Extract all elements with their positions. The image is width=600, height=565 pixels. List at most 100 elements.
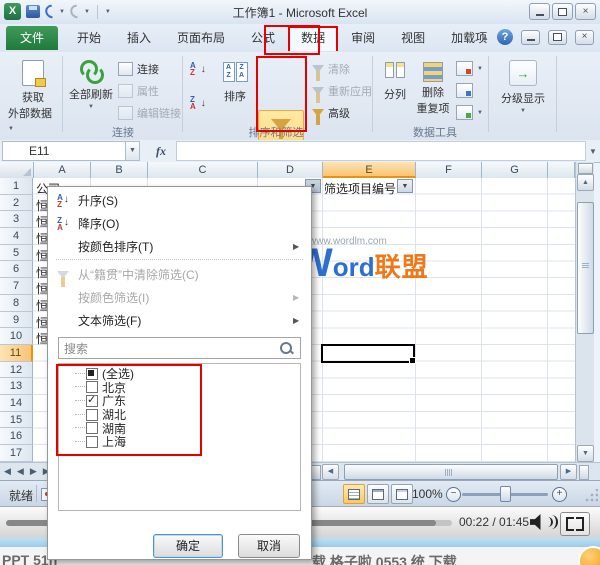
checkbox-广东[interactable] bbox=[86, 395, 98, 407]
help-icon[interactable]: ? bbox=[497, 29, 513, 45]
row-header-8[interactable]: 8 bbox=[0, 295, 33, 312]
row-header-10[interactable]: 10 bbox=[0, 328, 33, 345]
zoom-slider-thumb[interactable] bbox=[500, 486, 511, 502]
column-header-A[interactable]: A bbox=[34, 162, 91, 178]
name-box[interactable]: E11 bbox=[2, 141, 126, 161]
column-header-D[interactable]: D bbox=[258, 162, 323, 178]
checkbox-(全选)[interactable] bbox=[86, 368, 98, 380]
column-header-B[interactable]: B bbox=[91, 162, 148, 178]
prev-sheet-icon[interactable]: ◀ bbox=[17, 466, 24, 477]
zoom-in-button[interactable]: + bbox=[552, 487, 567, 502]
row-header-16[interactable]: 16 bbox=[0, 428, 33, 445]
row-header-7[interactable]: 7 bbox=[0, 278, 33, 295]
sort-ascending-button[interactable]: AZ ↓ bbox=[190, 62, 206, 76]
e1-filter-dropdown-button[interactable]: ▼ bbox=[397, 179, 413, 193]
filter-option-湖南[interactable]: 湖南 bbox=[59, 421, 300, 435]
reapply-filter-button[interactable]: 重新应用 bbox=[312, 83, 372, 99]
menu-filter-by-color[interactable]: 按颜色筛选(I) ▶ bbox=[48, 286, 311, 309]
fill-handle[interactable] bbox=[409, 357, 416, 364]
checkbox-上海[interactable] bbox=[86, 436, 98, 448]
tab-file[interactable]: 文件 bbox=[6, 26, 58, 50]
scroll-left-button[interactable]: ◀ bbox=[322, 464, 339, 480]
formula-bar-expand-icon[interactable]: ▼ bbox=[586, 147, 600, 156]
restore-button[interactable] bbox=[552, 3, 573, 20]
edit-links-button[interactable]: 编辑链接 bbox=[118, 105, 181, 121]
outline-button[interactable]: → 分级显示 ▼ bbox=[496, 60, 550, 114]
row-header-17[interactable]: 17 bbox=[0, 445, 33, 462]
row-header-11[interactable]: 11 bbox=[0, 345, 33, 362]
filter-search-box[interactable]: 搜索 bbox=[58, 337, 301, 359]
checkbox-湖北[interactable] bbox=[86, 409, 98, 421]
filter-value-list[interactable]: (全选)北京广东湖北湖南上海 bbox=[58, 363, 301, 511]
data-validation-button[interactable]: ▼ bbox=[456, 61, 483, 76]
insert-function-icon[interactable]: fx bbox=[156, 144, 166, 159]
tab-公式[interactable]: 公式 bbox=[238, 26, 288, 51]
tab-插入[interactable]: 插入 bbox=[114, 26, 164, 51]
v-scroll-thumb[interactable] bbox=[577, 202, 594, 334]
row-header-2[interactable]: 2 bbox=[0, 195, 33, 212]
properties-button[interactable]: 属性 bbox=[118, 83, 159, 99]
workbook-minimize-button[interactable] bbox=[521, 30, 540, 45]
fullscreen-button[interactable] bbox=[560, 512, 590, 536]
filter-option-(全选)[interactable]: (全选) bbox=[59, 367, 300, 381]
workbook-restore-button[interactable] bbox=[548, 30, 567, 45]
row-header-5[interactable]: 5 bbox=[0, 245, 33, 262]
row-header-13[interactable]: 13 bbox=[0, 378, 33, 395]
row-header-6[interactable]: 6 bbox=[0, 261, 33, 278]
tab-开始[interactable]: 开始 bbox=[64, 26, 114, 51]
scroll-up-button[interactable]: ▲ bbox=[577, 174, 594, 191]
row-header-3[interactable]: 3 bbox=[0, 211, 33, 228]
tab-视图[interactable]: 视图 bbox=[388, 26, 438, 51]
refresh-all-button[interactable]: 全部刷新 ▼ bbox=[68, 60, 114, 110]
resize-grip[interactable] bbox=[584, 489, 598, 503]
row-header-12[interactable]: 12 bbox=[0, 362, 33, 379]
sheet-nav-buttons[interactable]: ◀ ◀ ▶ ▶ bbox=[4, 466, 50, 477]
h-split-handle-2[interactable] bbox=[579, 465, 589, 480]
filter-option-广东[interactable]: 广东 bbox=[59, 394, 300, 408]
row-header-1[interactable]: 1 bbox=[0, 178, 33, 195]
scroll-right-button[interactable]: ▶ bbox=[560, 464, 577, 480]
menu-sort-descending[interactable]: ZA↓ 降序(O) bbox=[48, 212, 311, 235]
get-external-data-button[interactable]: 获取 外部数据 ▼ bbox=[8, 60, 58, 133]
vertical-scrollbar[interactable]: ▲ ▼ bbox=[575, 162, 594, 462]
scroll-down-button[interactable]: ▼ bbox=[577, 445, 594, 462]
formula-input[interactable] bbox=[176, 141, 586, 161]
cancel-button[interactable]: 取消 bbox=[238, 534, 300, 558]
checkbox-北京[interactable] bbox=[86, 381, 98, 393]
sort-descending-button[interactable]: ZA ↓ bbox=[190, 96, 206, 110]
zoom-out-button[interactable]: − bbox=[446, 487, 461, 502]
text-to-columns-button[interactable]: 分列 bbox=[378, 62, 412, 102]
menu-sort-by-color[interactable]: 按颜色排序(T) ▶ bbox=[48, 235, 311, 258]
h-scroll-thumb[interactable] bbox=[344, 464, 558, 480]
filter-option-上海[interactable]: 上海 bbox=[59, 435, 300, 449]
checkbox-湖南[interactable] bbox=[86, 422, 98, 434]
v-split-handle[interactable] bbox=[578, 163, 593, 174]
normal-view-button[interactable] bbox=[343, 484, 365, 504]
row-header-4[interactable]: 4 bbox=[0, 228, 33, 245]
page-break-view-button[interactable] bbox=[391, 484, 413, 504]
h-split-handle[interactable] bbox=[311, 465, 321, 480]
next-sheet-icon[interactable]: ▶ bbox=[30, 466, 37, 477]
consolidate-button[interactable] bbox=[456, 83, 473, 98]
advanced-filter-button[interactable]: 高级 bbox=[312, 105, 350, 121]
remove-duplicates-button[interactable]: 删除 重复项 bbox=[414, 62, 452, 116]
column-header-G[interactable]: G bbox=[482, 162, 548, 178]
selected-cell-e11[interactable] bbox=[321, 344, 415, 363]
what-if-analysis-button[interactable]: ▼ bbox=[456, 105, 483, 120]
name-box-dropdown-icon[interactable]: ▼ bbox=[126, 141, 140, 161]
volume-icon[interactable] bbox=[530, 514, 544, 530]
menu-clear-filter[interactable]: 从“籍贯”中清除筛选(C) bbox=[48, 263, 311, 286]
minimize-ribbon-icon[interactable]: ▲ bbox=[481, 33, 489, 42]
column-header-C[interactable]: C bbox=[148, 162, 258, 178]
select-all-corner[interactable] bbox=[0, 162, 34, 178]
row-header-14[interactable]: 14 bbox=[0, 395, 33, 412]
clear-filter-button[interactable]: 清除 bbox=[312, 61, 350, 77]
connections-button[interactable]: 连接 bbox=[118, 61, 159, 77]
first-sheet-icon[interactable]: ◀ bbox=[4, 466, 11, 477]
filter-option-湖北[interactable]: 湖北 bbox=[59, 408, 300, 422]
workbook-close-button[interactable]: × bbox=[575, 30, 594, 45]
cell-e1[interactable]: 筛选项目编号 bbox=[324, 180, 396, 197]
tab-数据[interactable]: 数据 bbox=[288, 26, 338, 51]
menu-text-filters[interactable]: 文本筛选(F) ▶ bbox=[48, 309, 311, 332]
search-icon[interactable] bbox=[280, 342, 292, 354]
